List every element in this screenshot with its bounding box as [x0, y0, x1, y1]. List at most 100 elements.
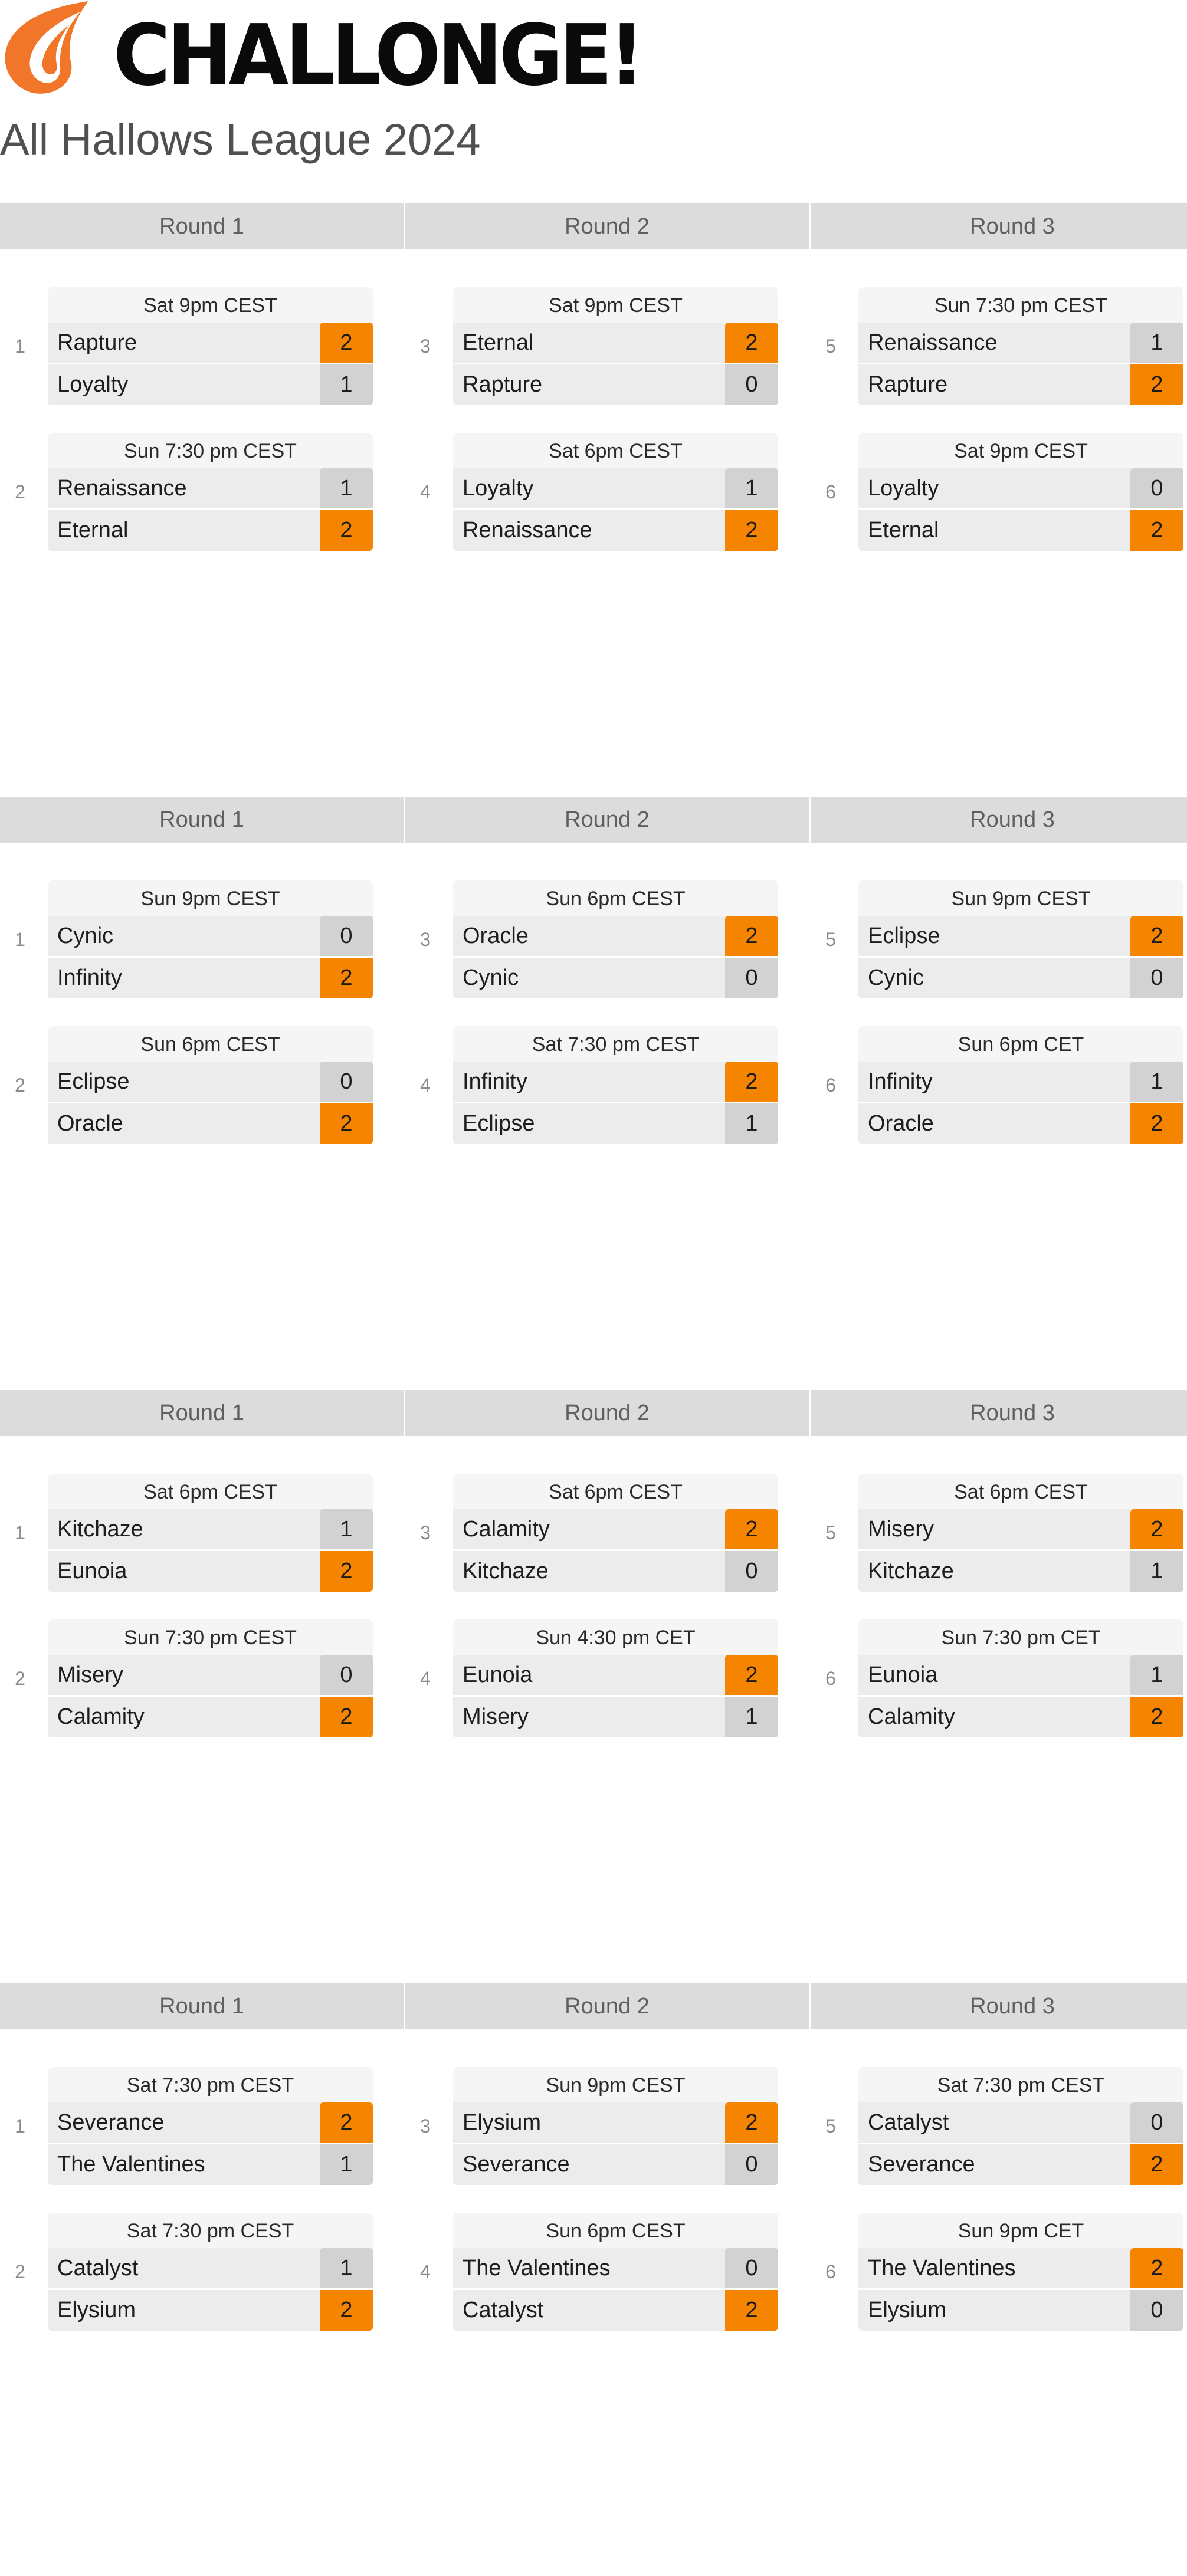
match-scheduled-time: Sat 6pm CEST: [858, 1474, 1183, 1509]
match-scheduled-time: Sun 7:30 pm CEST: [48, 1619, 373, 1655]
match-player-row[interactable]: Eternal 2: [453, 323, 778, 364]
match-player-row[interactable]: Kitchaze 0: [453, 1551, 778, 1592]
match-player-row[interactable]: Cynic 0: [453, 958, 778, 998]
player-name: Eclipse: [868, 924, 940, 948]
brand-name: CHALLONGE!: [113, 6, 644, 105]
match-player-row[interactable]: Calamity 2: [453, 1509, 778, 1551]
match-card[interactable]: 6 Sun 9pm CET The Valentines 2 Elysium 0: [811, 2213, 1183, 2331]
match-player-row[interactable]: Oracle 2: [48, 1103, 373, 1144]
match-scheduled-time: Sun 7:30 pm CEST: [858, 287, 1183, 323]
player-name: Calamity: [868, 1704, 955, 1729]
match-card[interactable]: 5 Sun 9pm CEST Eclipse 2 Cynic 0: [811, 880, 1183, 998]
match-card[interactable]: 5 Sun 7:30 pm CEST Renaissance 1 Rapture 2: [811, 287, 1183, 405]
match-card[interactable]: 2 Sun 7:30 pm CEST Renaissance 1 Eternal 2: [0, 433, 373, 551]
player-score: 2: [320, 323, 373, 363]
match-card[interactable]: 5 Sat 7:30 pm CEST Catalyst 0 Severance 2: [811, 2067, 1183, 2185]
match-player-row[interactable]: The Valentines 2: [858, 2248, 1183, 2290]
match-player-row[interactable]: Severance 2: [48, 2102, 373, 2144]
match-player-row[interactable]: Cynic 0: [858, 958, 1183, 998]
match-player-row[interactable]: Eclipse 0: [48, 1062, 373, 1103]
match-card[interactable]: 1 Sat 7:30 pm CEST Severance 2 The Valentine…: [0, 2067, 373, 2185]
match-card[interactable]: 6 Sun 6pm CET Infinity 1 Oracle 2: [811, 1026, 1183, 1144]
match-player-row[interactable]: Loyalty 0: [858, 468, 1183, 510]
player-score: 2: [320, 2290, 373, 2331]
match-number: 6: [825, 2261, 836, 2282]
match-card[interactable]: 4 Sat 6pm CEST Loyalty 1 Renaissance 2: [405, 433, 778, 551]
match-player-row[interactable]: Oracle 2: [453, 916, 778, 958]
player-name: Calamity: [463, 1517, 550, 1542]
match-card[interactable]: 3 Sat 9pm CEST Eternal 2 Rapture 0: [405, 287, 778, 405]
player-name: Renaissance: [868, 330, 998, 355]
match-card[interactable]: 6 Sun 7:30 pm CET Eunoia 1 Calamity 2: [811, 1619, 1183, 1737]
match-card[interactable]: 1 Sat 6pm CEST Kitchaze 1 Eunoia 2: [0, 1474, 373, 1592]
match-card[interactable]: 2 Sat 7:30 pm CEST Catalyst 1 Elysium 2: [0, 2213, 373, 2331]
player-name: Renaissance: [463, 518, 592, 543]
match-player-row[interactable]: Infinity 2: [453, 1062, 778, 1103]
player-name: Kitchaze: [463, 1559, 549, 1583]
match-player-row[interactable]: Rapture 0: [453, 364, 778, 405]
match-player-row[interactable]: Eternal 2: [48, 510, 373, 551]
match-number: 3: [420, 2115, 431, 2137]
match-card[interactable]: 4 Sun 6pm CEST The Valentines 0 Catalyst 2: [405, 2213, 778, 2331]
match-player-row[interactable]: The Valentines 0: [453, 2248, 778, 2290]
match-card[interactable]: 3 Sun 9pm CEST Elysium 2 Severance 0: [405, 2067, 778, 2185]
match-player-row[interactable]: Kitchaze 1: [858, 1551, 1183, 1592]
match-card[interactable]: 3 Sat 6pm CEST Calamity 2 Kitchaze 0: [405, 1474, 778, 1592]
match-player-row[interactable]: Infinity 2: [48, 958, 373, 998]
match-player-row[interactable]: The Valentines 1: [48, 2144, 373, 2185]
match-player-row[interactable]: Cynic 0: [48, 916, 373, 958]
match-card[interactable]: 3 Sun 6pm CEST Oracle 2 Cynic 0: [405, 880, 778, 998]
match-player-row[interactable]: Eclipse 1: [453, 1103, 778, 1144]
match-player-row[interactable]: Rapture 2: [858, 364, 1183, 405]
match-card[interactable]: 6 Sat 9pm CEST Loyalty 0 Eternal 2: [811, 433, 1183, 551]
match-player-row[interactable]: Eunoia 2: [48, 1551, 373, 1592]
match-player-row[interactable]: Eunoia 2: [453, 1655, 778, 1697]
match-player-row[interactable]: Elysium 2: [453, 2102, 778, 2144]
match-number: 6: [825, 1668, 836, 1689]
match-player-row[interactable]: Calamity 2: [48, 1697, 373, 1737]
match-card[interactable]: 5 Sat 6pm CEST Misery 2 Kitchaze 1: [811, 1474, 1183, 1592]
match-card[interactable]: 1 Sat 9pm CEST Rapture 2 Loyalty 1: [0, 287, 373, 405]
match-player-row[interactable]: Misery 2: [858, 1509, 1183, 1551]
match-player-row[interactable]: Severance 2: [858, 2144, 1183, 2185]
match-player-row[interactable]: Infinity 1: [858, 1062, 1183, 1103]
player-score: 2: [320, 1697, 373, 1737]
match-player-row[interactable]: Kitchaze 1: [48, 1509, 373, 1551]
player-name: The Valentines: [57, 2152, 205, 2177]
player-name: Eternal: [57, 518, 129, 543]
match-player-row[interactable]: Catalyst 1: [48, 2248, 373, 2290]
player-name: Renaissance: [57, 476, 187, 501]
match-player-row[interactable]: Loyalty 1: [48, 364, 373, 405]
match-card[interactable]: 4 Sun 4:30 pm CET Eunoia 2 Misery 1: [405, 1619, 778, 1737]
match-player-row[interactable]: Oracle 2: [858, 1103, 1183, 1144]
round-header: Round 3: [811, 797, 1187, 843]
player-score: 2: [320, 510, 373, 551]
match-player-row[interactable]: Renaissance 2: [453, 510, 778, 551]
match-card[interactable]: 1 Sun 9pm CEST Cynic 0 Infinity 2: [0, 880, 373, 998]
match-player-row[interactable]: Eternal 2: [858, 510, 1183, 551]
match-player-row[interactable]: Renaissance 1: [858, 323, 1183, 364]
match-player-row[interactable]: Renaissance 1: [48, 468, 373, 510]
match-player-row[interactable]: Eunoia 1: [858, 1655, 1183, 1697]
site-logo[interactable]: CHALLONGE!: [0, 0, 644, 105]
player-score: 1: [1130, 1655, 1183, 1695]
match-player-row[interactable]: Catalyst 0: [858, 2102, 1183, 2144]
match-card[interactable]: 2 Sun 6pm CEST Eclipse 0 Oracle 2: [0, 1026, 373, 1144]
match-player-row[interactable]: Severance 0: [453, 2144, 778, 2185]
match-player-row[interactable]: Misery 0: [48, 1655, 373, 1697]
match-player-row[interactable]: Elysium 2: [48, 2290, 373, 2331]
match-scheduled-time: Sat 6pm CEST: [453, 433, 778, 468]
match-scheduled-time: Sat 7:30 pm CEST: [48, 2067, 373, 2102]
match-player-row[interactable]: Catalyst 2: [453, 2290, 778, 2331]
match-player-row[interactable]: Elysium 0: [858, 2290, 1183, 2331]
match-player-row[interactable]: Loyalty 1: [453, 468, 778, 510]
bracket-group-1: Round 1 Round 2 Round 3 1 Sat 9pm CEST Raptur…: [0, 203, 1187, 640]
match-card[interactable]: 4 Sat 7:30 pm CEST Infinity 2 Eclipse 1: [405, 1026, 778, 1144]
match-card[interactable]: 2 Sun 7:30 pm CEST Misery 0 Calamity 2: [0, 1619, 373, 1737]
match-player-row[interactable]: Eclipse 2: [858, 916, 1183, 958]
player-name: Elysium: [868, 2298, 947, 2322]
match-player-row[interactable]: Misery 1: [453, 1697, 778, 1737]
match-player-row[interactable]: Rapture 2: [48, 323, 373, 364]
player-name: Loyalty: [868, 476, 939, 501]
match-player-row[interactable]: Calamity 2: [858, 1697, 1183, 1737]
